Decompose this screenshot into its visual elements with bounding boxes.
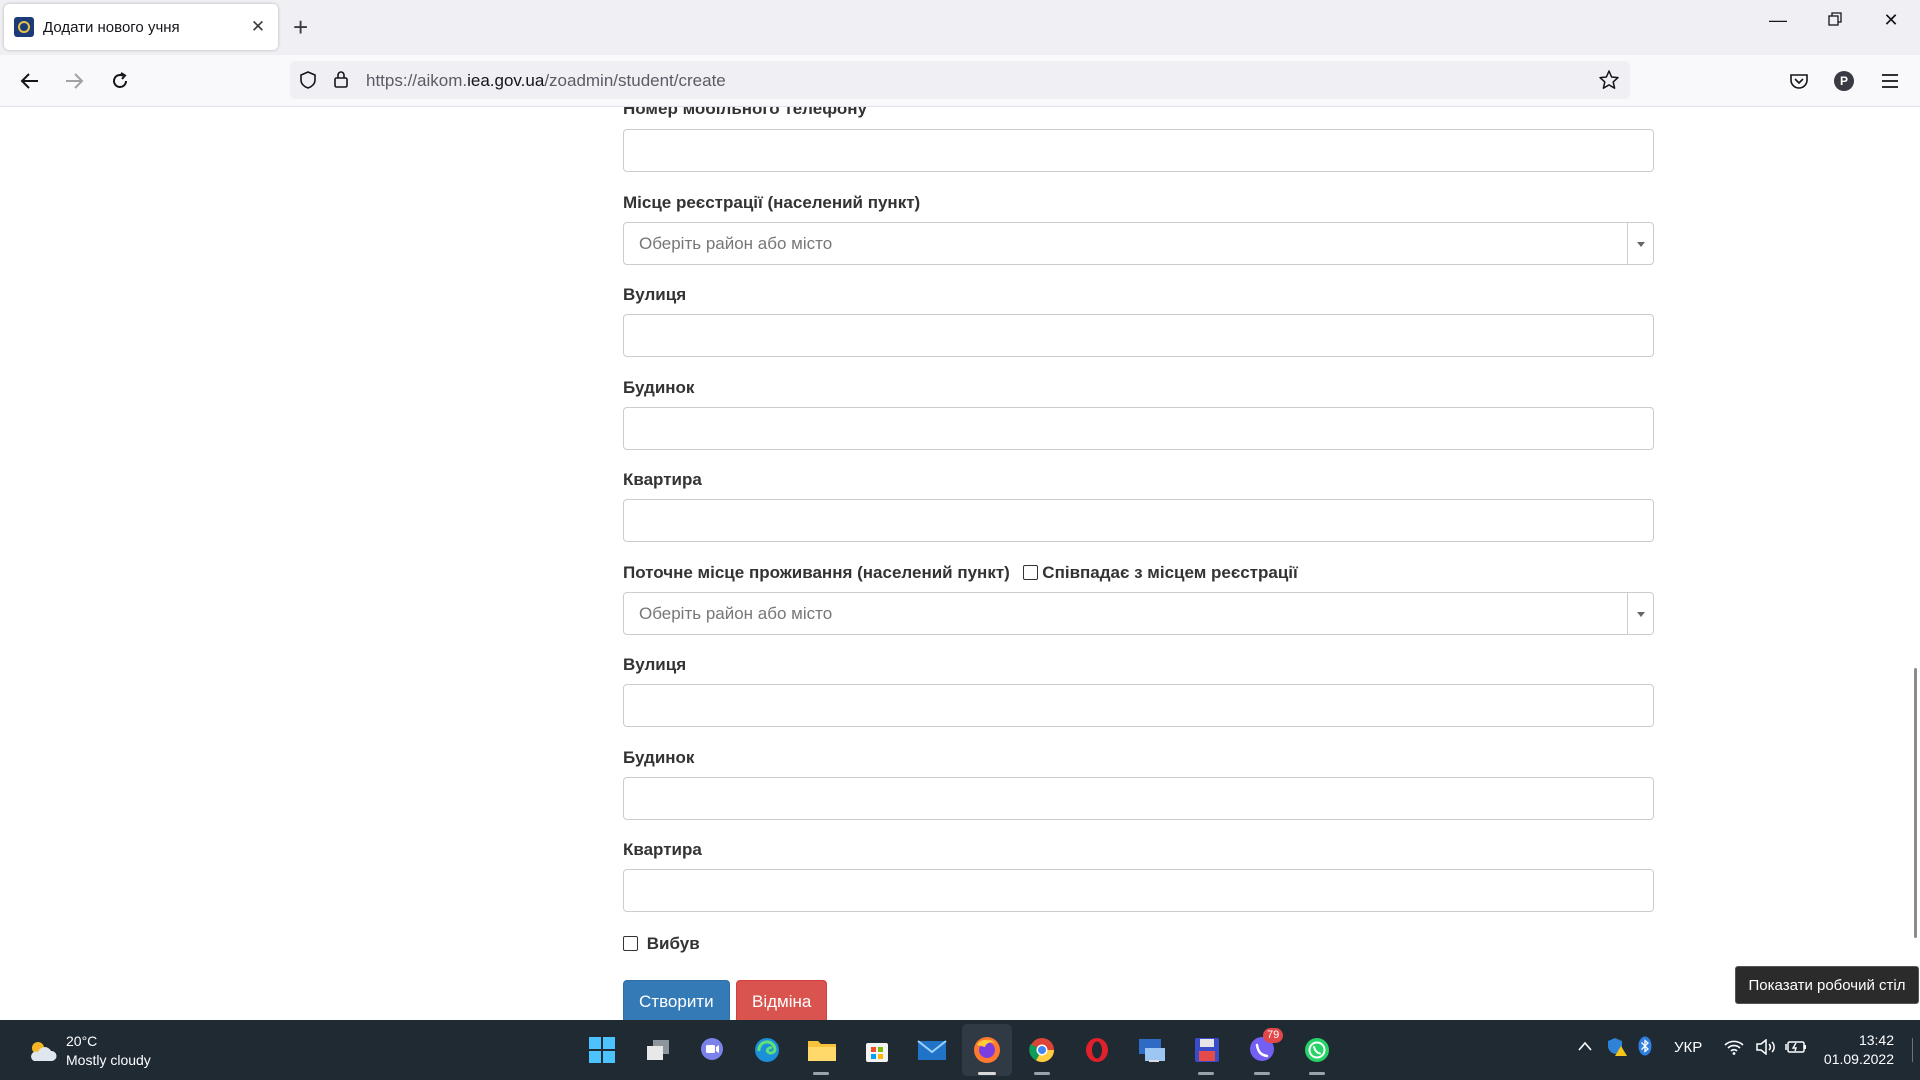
page-scrollbar[interactable] bbox=[1914, 668, 1917, 938]
menu-icon[interactable] bbox=[1874, 65, 1906, 97]
cancel-button[interactable]: Відміна bbox=[736, 980, 828, 1023]
bluetooth-icon[interactable] bbox=[1638, 1036, 1652, 1060]
whatsapp-icon[interactable] bbox=[1301, 1034, 1333, 1066]
cur-street-input[interactable] bbox=[623, 684, 1654, 727]
reload-icon[interactable] bbox=[104, 65, 136, 97]
cloudy-weather-icon bbox=[26, 1039, 58, 1063]
bookmark-star-icon[interactable] bbox=[1598, 69, 1620, 96]
show-hidden-icons-chevron-icon[interactable] bbox=[1577, 1039, 1593, 1056]
create-button[interactable]: Створити bbox=[623, 980, 730, 1023]
defender-warning-icon[interactable] bbox=[1606, 1037, 1628, 1061]
browser-tab[interactable]: Додати нового учня ✕ bbox=[4, 4, 278, 50]
viber-notification-badge: 79 bbox=[1263, 1028, 1284, 1043]
tab-close-icon[interactable]: ✕ bbox=[248, 17, 268, 37]
chevron-down-icon[interactable] bbox=[1627, 593, 1653, 634]
restore-icon[interactable] bbox=[1812, 10, 1858, 31]
microsoft-store-icon[interactable] bbox=[861, 1034, 893, 1066]
language-indicator[interactable]: УКР bbox=[1674, 1039, 1702, 1056]
mail-icon[interactable] bbox=[916, 1034, 948, 1066]
volume-icon[interactable] bbox=[1755, 1038, 1777, 1059]
current-residence-label: Поточне місце проживання (населений пунк… bbox=[623, 563, 1010, 582]
firefox-icon[interactable] bbox=[971, 1034, 1003, 1066]
tab-title: Додати нового учня bbox=[43, 18, 180, 36]
clock-date: 01.09.2022 bbox=[1823, 1051, 1894, 1067]
show-desktop-button[interactable] bbox=[1912, 1038, 1913, 1062]
chevron-down-icon[interactable] bbox=[1627, 223, 1653, 264]
pocket-icon[interactable] bbox=[1783, 65, 1815, 97]
system-clock[interactable]: 13:42 01.09.2022 bbox=[1812, 1031, 1894, 1069]
chrome-icon[interactable] bbox=[1026, 1034, 1058, 1066]
start-icon[interactable] bbox=[586, 1034, 618, 1066]
address-bar[interactable]: https://aikom.iea.gov.ua/zoadmin/student… bbox=[290, 61, 1630, 99]
current-residence-row: Поточне місце проживання (населений пунк… bbox=[623, 563, 1298, 583]
clock-time: 13:42 bbox=[1858, 1032, 1894, 1048]
weather-widget[interactable]: 20°C Mostly cloudy bbox=[26, 1032, 151, 1070]
reg-apartment-input[interactable] bbox=[623, 499, 1654, 542]
left-school-checkbox[interactable] bbox=[623, 936, 638, 951]
site-favicon-icon bbox=[14, 17, 34, 37]
left-school-row: Вибув bbox=[623, 934, 700, 954]
navigation-bar: https://aikom.iea.gov.ua/zoadmin/student… bbox=[0, 55, 1920, 107]
cur-apartment-input[interactable] bbox=[623, 869, 1654, 912]
task-view-icon[interactable] bbox=[642, 1034, 674, 1066]
forward-icon[interactable] bbox=[58, 65, 90, 97]
left-school-label[interactable]: Вибув bbox=[647, 934, 700, 953]
reg-apartment-label: Квартира bbox=[623, 470, 702, 489]
reg-house-input[interactable] bbox=[623, 407, 1654, 450]
reg-street-label: Вулиця bbox=[623, 285, 687, 304]
save-disk-app-icon[interactable] bbox=[1191, 1034, 1223, 1066]
registration-place-select[interactable]: Оберіть район або місто bbox=[623, 222, 1654, 265]
tracking-shield-icon[interactable] bbox=[298, 70, 318, 95]
reg-house-label: Будинок bbox=[623, 378, 695, 397]
file-explorer-icon[interactable] bbox=[806, 1034, 838, 1066]
cur-house-label: Будинок bbox=[623, 748, 695, 767]
reg-street-input[interactable] bbox=[623, 314, 1654, 357]
weather-description: Mostly cloudy bbox=[66, 1052, 151, 1068]
registration-place-label: Місце реєстрації (населений пункт) bbox=[623, 193, 921, 212]
mobile-phone-label: Номер мобільного телефону bbox=[623, 107, 867, 118]
show-desktop-tooltip: Показати робочий стіл bbox=[1735, 966, 1919, 1004]
url-text[interactable]: https://aikom.iea.gov.ua/zoadmin/student… bbox=[366, 71, 726, 91]
windows-taskbar: 20°C Mostly cloudy УКР 13:42 01.09.2022 bbox=[0, 1020, 1920, 1080]
mobile-phone-input[interactable] bbox=[623, 129, 1654, 172]
registration-place-placeholder: Оберіть район або місто bbox=[639, 234, 833, 253]
edge-icon[interactable] bbox=[751, 1034, 783, 1066]
remote-desktop-icon[interactable] bbox=[1136, 1034, 1168, 1066]
opera-icon[interactable] bbox=[1081, 1034, 1113, 1066]
wifi-icon[interactable] bbox=[1724, 1039, 1744, 1059]
close-window-icon[interactable]: ✕ bbox=[1868, 10, 1914, 31]
account-avatar-icon[interactable]: P bbox=[1828, 65, 1860, 97]
teams-chat-icon[interactable] bbox=[696, 1034, 728, 1066]
same-as-registration-checkbox[interactable] bbox=[1022, 565, 1038, 580]
current-residence-select[interactable]: Оберіть район або місто bbox=[623, 592, 1654, 635]
battery-icon[interactable] bbox=[1785, 1039, 1807, 1059]
new-tab-icon[interactable]: + bbox=[293, 12, 308, 42]
lock-icon[interactable] bbox=[332, 69, 350, 94]
cur-apartment-label: Квартира bbox=[623, 840, 702, 859]
back-icon[interactable] bbox=[14, 65, 46, 97]
current-residence-placeholder: Оберіть район або місто bbox=[639, 604, 833, 623]
cur-street-label: Вулиця bbox=[623, 655, 687, 674]
same-as-registration-label[interactable]: Співпадає з місцем реєстрації bbox=[1042, 563, 1298, 582]
weather-temperature: 20°C bbox=[66, 1033, 98, 1049]
tab-bar: Додати нового учня ✕ + — ✕ bbox=[0, 0, 1920, 55]
minimize-icon[interactable]: — bbox=[1755, 10, 1801, 31]
cur-house-input[interactable] bbox=[623, 777, 1654, 820]
